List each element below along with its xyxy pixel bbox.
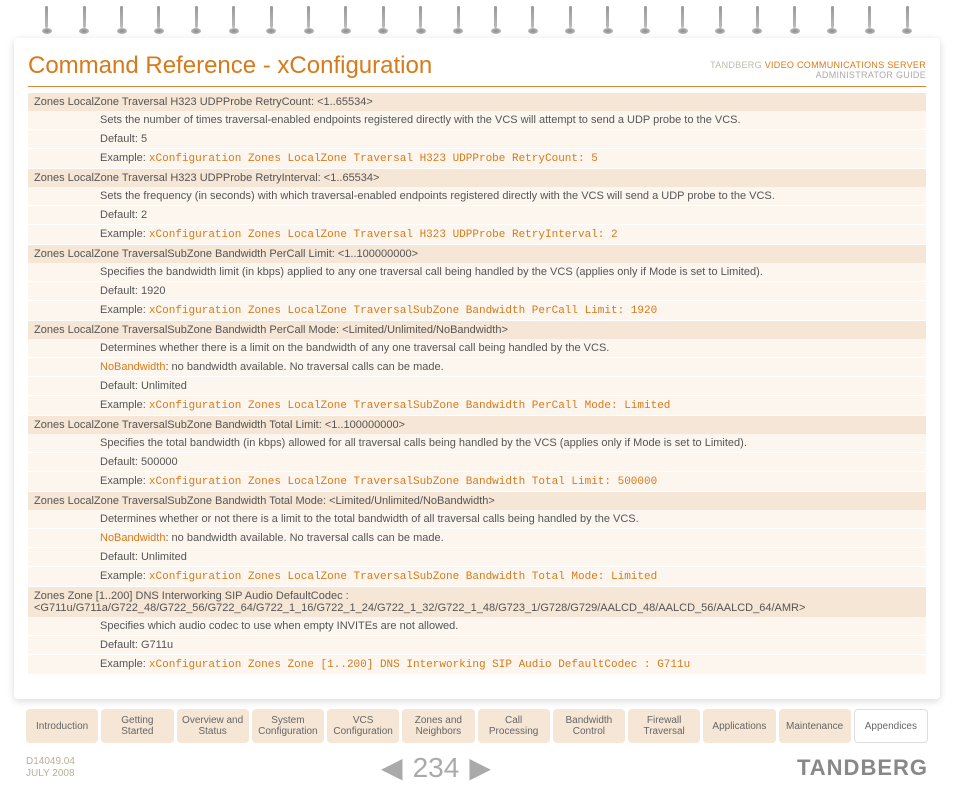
- page-number: 234: [413, 752, 460, 784]
- document-page: Command Reference - xConfiguration TANDB…: [14, 38, 940, 699]
- command-header: Zones LocalZone Traversal H323 UDPProbe …: [28, 169, 926, 187]
- tab-introduction[interactable]: Introduction: [26, 709, 98, 743]
- command-header: Zones LocalZone TraversalSubZone Bandwid…: [28, 321, 926, 339]
- next-page-arrow[interactable]: ▶: [469, 751, 491, 784]
- command-default: Default: Unlimited: [28, 548, 926, 566]
- tab-zones-and-neighbors[interactable]: Zones and Neighbors: [402, 709, 474, 743]
- command-description: Default: G711u: [28, 636, 926, 654]
- doc-id-block: D14049.04 JULY 2008: [26, 756, 75, 780]
- tab-vcs-configuration[interactable]: VCS Configuration: [327, 709, 399, 743]
- command-example: ExamplexConfiguration Zones LocalZone Tr…: [28, 396, 926, 415]
- doc-date: JULY 2008: [26, 768, 75, 779]
- product-name: VIDEO COMMUNICATIONS SERVER: [765, 60, 926, 70]
- command-default: Default: Unlimited: [28, 377, 926, 395]
- tab-getting-started[interactable]: Getting Started: [101, 709, 173, 743]
- command-example: ExamplexConfiguration Zones LocalZone Tr…: [28, 301, 926, 320]
- page-title: Command Reference - xConfiguration: [28, 52, 432, 80]
- command-description: Sets the number of times traversal-enabl…: [28, 111, 926, 129]
- command-example: ExamplexConfiguration Zones LocalZone Tr…: [28, 567, 926, 586]
- brand-header: TANDBERG VIDEO COMMUNICATIONS SERVER ADM…: [710, 60, 926, 80]
- prev-page-arrow[interactable]: ◀: [381, 751, 403, 784]
- guide-subtitle: ADMINISTRATOR GUIDE: [816, 70, 926, 80]
- command-header: Zones LocalZone TraversalSubZone Bandwid…: [28, 245, 926, 263]
- command-header: Zones LocalZone TraversalSubZone Bandwid…: [28, 416, 926, 434]
- command-description: Specifies the bandwidth limit (in kbps) …: [28, 263, 926, 281]
- command-header: Zones Zone [1..200] DNS Interworking SIP…: [28, 587, 926, 617]
- pager: ◀ 234 ▶: [381, 751, 491, 784]
- tab-appendices[interactable]: Appendices: [854, 709, 928, 743]
- command-table: Zones LocalZone Traversal H323 UDPProbe …: [28, 93, 926, 674]
- command-description: Default: 500000: [28, 453, 926, 471]
- tab-overview-and-status[interactable]: Overview and Status: [177, 709, 249, 743]
- nav-tabs: IntroductionGetting StartedOverview and …: [8, 699, 946, 743]
- tab-bandwidth-control[interactable]: Bandwidth Control: [553, 709, 625, 743]
- command-description: Specifies the total bandwidth (in kbps) …: [28, 434, 926, 452]
- command-header: Zones LocalZone Traversal H323 UDPProbe …: [28, 93, 926, 111]
- command-description: Default: 2: [28, 206, 926, 224]
- footer-logo: TANDBERG: [797, 755, 928, 781]
- command-description: Determines whether there is a limit on t…: [28, 339, 926, 357]
- tab-call-processing[interactable]: Call Processing: [478, 709, 550, 743]
- command-example: ExamplexConfiguration Zones Zone [1..200…: [28, 655, 926, 674]
- tab-system-configuration[interactable]: System Configuration: [252, 709, 324, 743]
- command-description: Determines whether or not there is a lim…: [28, 510, 926, 528]
- tab-applications[interactable]: Applications: [703, 709, 775, 743]
- tab-firewall-traversal[interactable]: Firewall Traversal: [628, 709, 700, 743]
- command-note: NoBandwidth: no bandwidth available. No …: [28, 358, 926, 376]
- spiral-binding: [8, 0, 946, 38]
- command-description: Specifies which audio codec to use when …: [28, 617, 926, 635]
- command-description: Default: 5: [28, 130, 926, 148]
- command-header: Zones LocalZone TraversalSubZone Bandwid…: [28, 492, 926, 510]
- command-description: Sets the frequency (in seconds) with whi…: [28, 187, 926, 205]
- tab-maintenance[interactable]: Maintenance: [779, 709, 851, 743]
- command-example: ExamplexConfiguration Zones LocalZone Tr…: [28, 225, 926, 244]
- command-description: Default: 1920: [28, 282, 926, 300]
- brand-name: TANDBERG: [710, 60, 762, 70]
- command-example: ExamplexConfiguration Zones LocalZone Tr…: [28, 472, 926, 491]
- command-note: NoBandwidth: no bandwidth available. No …: [28, 529, 926, 547]
- command-example: ExamplexConfiguration Zones LocalZone Tr…: [28, 149, 926, 168]
- doc-id: D14049.04: [26, 756, 75, 767]
